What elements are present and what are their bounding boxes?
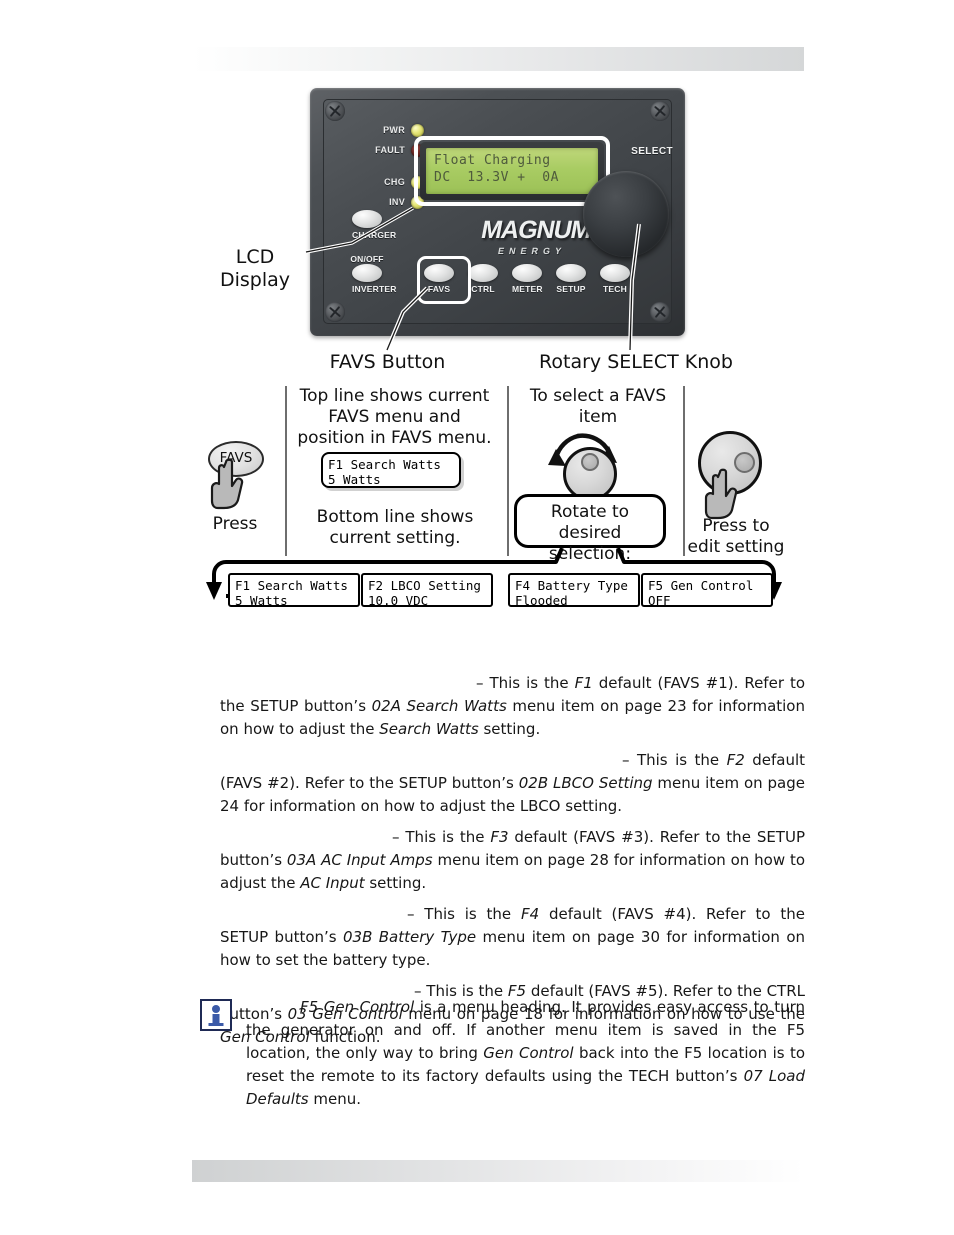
magnum-remote-photo: PWR FAULT CHG INV Float Charging DC 13.3… [310, 88, 685, 336]
led-pwr-icon [411, 123, 424, 137]
note-text: F5 Gen Control is a menu heading. It pro… [246, 998, 806, 1108]
inverter-button-label: INVERTER [352, 284, 397, 294]
inverter-button[interactable] [352, 264, 382, 282]
document-page: PWR FAULT CHG INV Float Charging DC 13.3… [0, 0, 954, 1235]
paragraph-f2: – This is the F2 default (FAVS #2). Refe… [220, 751, 806, 815]
info-icon-dot [212, 1005, 220, 1013]
callout-lcd-display: LCD Display [219, 246, 291, 291]
info-icon [200, 999, 232, 1031]
screw-icon [325, 101, 345, 121]
brand-tagline: ENERGY [497, 246, 568, 256]
led-row-pwr: PWR [352, 120, 424, 140]
inverter-button-group[interactable]: INVERTER [352, 264, 397, 294]
select-favs-item-text: To select a FAVS item [529, 386, 667, 427]
panel-divider-2 [507, 386, 509, 556]
bottom-line-description: Bottom line shows current setting. [316, 507, 474, 548]
ctrl-button[interactable] [468, 264, 498, 282]
lcd-screen: Float Charging DC 13.3V + 0A [426, 148, 598, 194]
knob-illustration-rotate[interactable] [563, 447, 617, 501]
info-icon-base [208, 1023, 224, 1026]
press-caption: Press [212, 514, 258, 534]
paragraph-f3: – This is the F3 default (FAVS #3). Refe… [220, 828, 806, 892]
lcd-line-1: Float Charging [434, 153, 551, 168]
menu-f5-line1: F5 Gen Control [648, 578, 754, 593]
knob-indicator-dot [581, 453, 599, 471]
charger-button-group[interactable]: CHARGER [352, 210, 396, 240]
tech-button-label: TECH [603, 284, 627, 294]
callout-favs-button: FAVS Button [329, 351, 446, 373]
menu-box-f4: F4 Battery Type Flooded [508, 573, 640, 608]
lcd-line-2: DC 13.3V + 0A [434, 170, 559, 185]
setup-button-label: SETUP [556, 284, 586, 294]
ctrl-button-label: CTRL [471, 284, 495, 294]
meter-button[interactable] [512, 264, 542, 282]
charger-button-label: CHARGER [352, 230, 397, 240]
lcd-bezel: Float Charging DC 13.3V + 0A [420, 142, 604, 200]
led-label-pwr: PWR [383, 125, 405, 135]
charger-onoff-sublabel: ON/OFF [350, 254, 384, 264]
ctrl-button-group[interactable]: CTRL [468, 264, 498, 294]
led-label-inv: INV [389, 197, 405, 207]
screw-icon [650, 302, 670, 322]
knob-indicator-dot [734, 452, 755, 473]
tech-button-group[interactable]: TECH [600, 264, 630, 294]
menu-box-f5: F5 Gen Control OFF [641, 573, 773, 608]
favs-button-highlight [417, 256, 471, 304]
setup-button-group[interactable]: SETUP [556, 264, 586, 294]
favs-display-example: F1 Search Watts 5 Watts [321, 452, 461, 488]
menu-f1-line2: 5 Watts [235, 593, 288, 608]
panel-divider-1 [285, 386, 287, 556]
tech-button[interactable] [600, 264, 630, 282]
top-line-description: Top line shows current FAVS menu and pos… [297, 386, 492, 448]
header-rule [192, 47, 804, 71]
menu-f2-line2: 10.0 VDC [368, 593, 429, 608]
setup-button[interactable] [556, 264, 586, 282]
screw-icon [650, 101, 670, 121]
knob-illustration-press[interactable] [698, 431, 762, 495]
screw-icon [325, 302, 345, 322]
menu-f2-line1: F2 LBCO Setting [368, 578, 481, 593]
footer-rule [192, 1160, 804, 1182]
meter-button-group[interactable]: METER [512, 264, 543, 294]
press-to-edit-caption: Press to edit setting [687, 516, 785, 557]
led-label-chg: CHG [384, 177, 405, 187]
led-label-fault: FAULT [375, 145, 405, 155]
select-knob-label: SELECT [631, 146, 673, 157]
menu-box-f2: F2 LBCO Setting 10.0 VDC [361, 573, 493, 608]
menu-f4-line1: F4 Battery Type [515, 578, 628, 593]
paragraph-f1: – This is the F1 default (FAVS #1). Refe… [220, 674, 806, 738]
meter-button-label: METER [512, 284, 543, 294]
charger-button[interactable] [352, 210, 382, 228]
callout-rotary-knob: Rotary SELECT Knob [539, 351, 733, 373]
rotary-select-knob[interactable] [583, 171, 669, 257]
lcd-display-highlight: Float Charging DC 13.3V + 0A [414, 136, 610, 206]
note-block: F5 Gen Control is a menu heading. It pro… [200, 996, 805, 1111]
menu-f4-line2: Flooded [515, 593, 568, 608]
paragraph-f4: – This is the F4 default (FAVS #4). Refe… [220, 905, 805, 969]
favs-button-illustration[interactable]: FAVS [208, 441, 264, 477]
menu-f1-line1: F1 Search Watts [235, 578, 348, 593]
rotate-to-select-callout: Rotate to desired selection: [514, 494, 666, 564]
menu-f5-line2: OFF [648, 593, 671, 608]
menu-box-f1-full: F1 Search Watts 5 Watts [228, 573, 360, 608]
